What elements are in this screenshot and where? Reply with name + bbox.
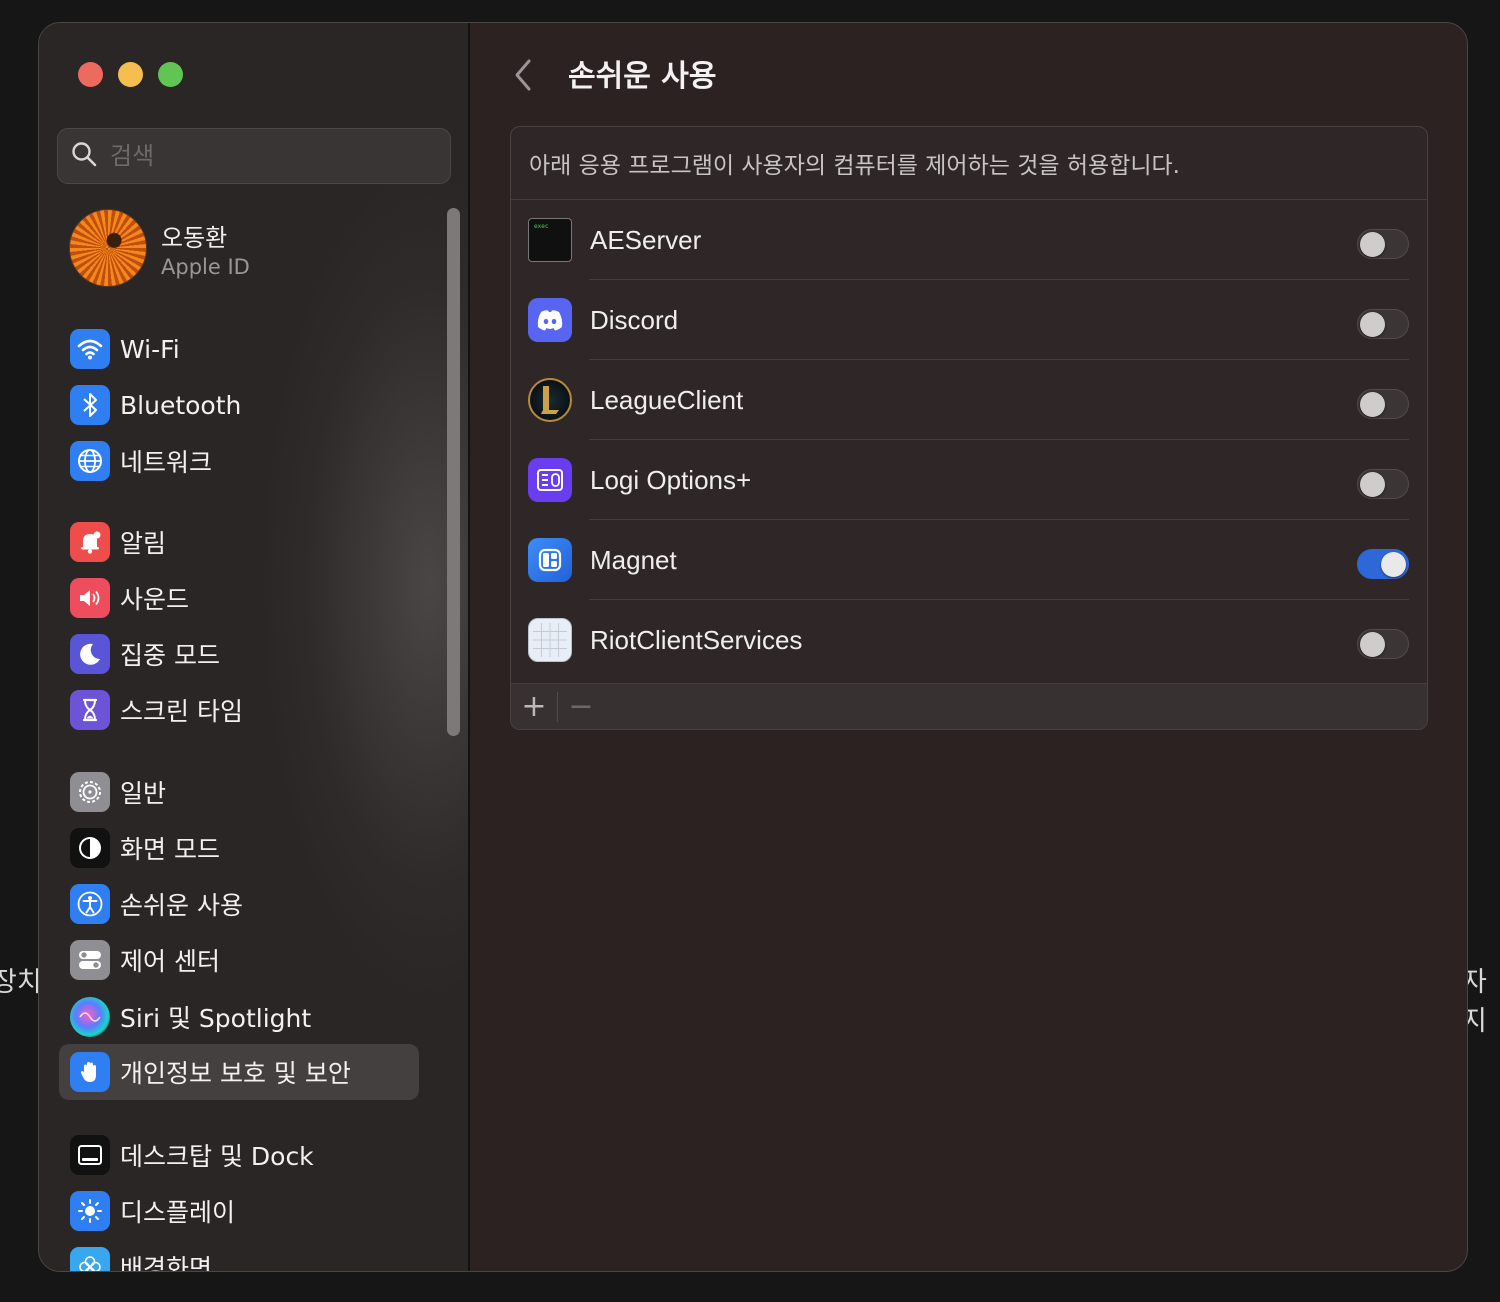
hourglass-icon — [70, 690, 110, 730]
terminal-exec-icon: exec — [528, 218, 572, 262]
bluetooth-icon — [70, 385, 110, 425]
app-permission-list: 아래 응용 프로그램이 사용자의 컴퓨터를 제어하는 것을 허용합니다. exe… — [510, 126, 1428, 730]
app-name: AEServer — [590, 224, 702, 255]
list-description: 아래 응용 프로그램이 사용자의 컴퓨터를 제어하는 것을 허용합니다. — [511, 127, 1427, 200]
profile-subtitle: Apple ID — [161, 254, 250, 279]
app-name: Logi Options+ — [590, 464, 752, 495]
sidebar-item-label: 배경화면 — [120, 1254, 213, 1271]
appearance-icon — [70, 828, 110, 868]
sidebar-item-network[interactable]: 네트워크 — [59, 433, 419, 489]
sidebar-item-label: 개인정보 보호 및 보안 — [120, 1059, 351, 1088]
list-item-leagueclient: LeagueClient — [511, 360, 1427, 440]
flower-icon — [70, 1247, 110, 1271]
list-item-magnet: Magnet — [511, 520, 1427, 600]
sidebar-scrollbar[interactable] — [447, 208, 460, 736]
sidebar-item-label: 손쉬운 사용 — [120, 891, 243, 920]
permission-toggle[interactable] — [1357, 309, 1409, 339]
list-footer: + − — [511, 683, 1427, 729]
permission-toggle[interactable] — [1357, 469, 1409, 499]
app-name: RiotClientServices — [590, 624, 803, 655]
sidebar-item-label: 스크린 타임 — [120, 697, 243, 726]
gear-icon — [70, 772, 110, 812]
close-button[interactable] — [78, 62, 103, 87]
svg-text:exec: exec — [534, 223, 549, 230]
minimize-button[interactable] — [118, 62, 143, 87]
zoom-button[interactable] — [158, 62, 183, 87]
sidebar-item-desktop-dock[interactable]: 데스크탑 및 Dock — [59, 1127, 419, 1183]
profile-name: 오동환 — [161, 223, 228, 252]
generic-app-icon — [528, 618, 572, 662]
list-item-logi-options: Logi Options+ — [511, 440, 1427, 520]
speaker-icon — [70, 578, 110, 618]
chevron-left-icon — [515, 59, 531, 91]
permission-toggle[interactable] — [1357, 389, 1409, 419]
logi-icon — [528, 458, 572, 502]
sidebar-item-accessibility[interactable]: 손쉬운 사용 — [59, 876, 419, 932]
window-controls — [78, 62, 183, 87]
sidebar-item-label: 집중 모드 — [120, 641, 220, 670]
permission-toggle[interactable] — [1357, 229, 1409, 259]
discord-icon — [528, 298, 572, 342]
switches-icon — [70, 940, 110, 980]
avatar — [69, 209, 147, 287]
app-name: Magnet — [590, 544, 677, 575]
apple-id-profile[interactable]: 오동환 Apple ID — [69, 209, 250, 287]
sidebar-item-label: Siri 및 Spotlight — [120, 1004, 312, 1033]
magnet-icon — [528, 538, 572, 582]
sidebar-item-wifi[interactable]: Wi-Fi — [59, 321, 419, 377]
permission-toggle[interactable] — [1357, 629, 1409, 659]
wifi-icon — [70, 329, 110, 369]
sidebar-item-label: 제어 센터 — [120, 947, 220, 976]
back-button[interactable] — [510, 57, 536, 93]
sidebar-item-siri-spotlight[interactable]: Siri 및 Spotlight — [59, 989, 419, 1045]
search-field[interactable] — [57, 128, 451, 184]
list-item-discord: Discord — [511, 280, 1427, 360]
dock-icon — [70, 1135, 110, 1175]
sidebar-item-focus[interactable]: 집중 모드 — [59, 626, 419, 682]
search-input[interactable] — [110, 142, 410, 170]
page-title: 손쉬운 사용 — [568, 59, 717, 94]
sidebar-item-wallpaper[interactable]: 배경화면 — [59, 1239, 419, 1271]
moon-icon — [70, 634, 110, 674]
sidebar-item-screen-time[interactable]: 스크린 타임 — [59, 682, 419, 738]
sidebar-item-displays[interactable]: 디스플레이 — [59, 1183, 419, 1239]
sidebar: 오동환 Apple ID Wi-Fi Bluetooth — [39, 23, 470, 1271]
sun-icon — [70, 1191, 110, 1231]
siri-icon — [70, 997, 110, 1037]
search-icon — [70, 140, 98, 173]
sidebar-item-label: 사운드 — [120, 585, 190, 614]
league-icon — [528, 378, 572, 422]
sidebar-item-label: 데스크탑 및 Dock — [120, 1142, 314, 1171]
list-item-riotclientservices: RiotClientServices — [511, 600, 1427, 680]
permission-toggle[interactable] — [1357, 549, 1409, 579]
main-content: 손쉬운 사용 아래 응용 프로그램이 사용자의 컴퓨터를 제어하는 것을 허용합… — [470, 23, 1467, 1271]
sidebar-item-control-center[interactable]: 제어 센터 — [59, 932, 419, 988]
list-item-aeserver: exec AEServer — [511, 200, 1427, 280]
sidebar-item-general[interactable]: 일반 — [59, 764, 419, 820]
app-name: Discord — [590, 304, 679, 335]
sidebar-item-label: Wi-Fi — [120, 334, 180, 364]
sidebar-item-bluetooth[interactable]: Bluetooth — [59, 377, 419, 433]
sidebar-item-label: 화면 모드 — [120, 835, 220, 864]
sidebar-item-label: Bluetooth — [120, 390, 242, 420]
bell-icon — [70, 522, 110, 562]
sidebar-item-label: 일반 — [120, 779, 167, 808]
background-text-left: 장치 — [0, 967, 42, 998]
app-name: LeagueClient — [590, 384, 744, 415]
sidebar-item-sound[interactable]: 사운드 — [59, 570, 419, 626]
sidebar-item-label: 디스플레이 — [120, 1198, 236, 1227]
settings-window: 오동환 Apple ID Wi-Fi Bluetooth — [38, 22, 1468, 1272]
add-app-button[interactable]: + — [511, 684, 557, 730]
sidebar-item-appearance[interactable]: 화면 모드 — [59, 820, 419, 876]
sidebar-item-notifications[interactable]: 알림 — [59, 514, 419, 570]
globe-icon — [70, 441, 110, 481]
sidebar-item-label: 네트워크 — [120, 448, 213, 477]
sidebar-item-label: 알림 — [120, 529, 167, 558]
remove-app-button[interactable]: − — [558, 684, 604, 730]
hand-icon — [70, 1052, 110, 1092]
sidebar-item-privacy-security[interactable]: 개인정보 보호 및 보안 — [59, 1044, 419, 1100]
accessibility-icon — [70, 884, 110, 924]
